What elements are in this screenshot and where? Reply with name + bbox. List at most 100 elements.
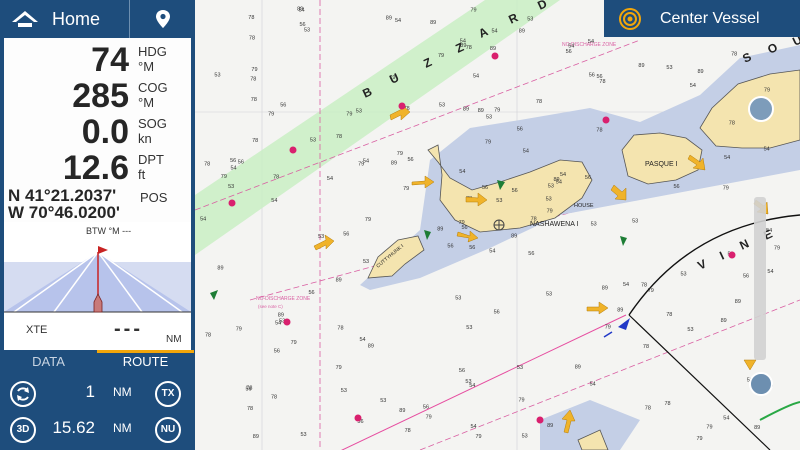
compass-button[interactable]: [748, 96, 774, 122]
depth-sounding: 54: [363, 158, 369, 164]
depth-sounding: 78: [645, 405, 651, 411]
depth-sounding: 79: [605, 325, 611, 331]
depth-sounding: 89: [430, 20, 436, 26]
depth-sounding: 53: [466, 325, 472, 331]
sog-unit: kn: [138, 131, 152, 146]
depth-sounding: 56: [528, 251, 534, 257]
depth-sounding: 53: [304, 28, 310, 34]
depth-sounding: 79: [403, 186, 409, 192]
depth-sounding: 78: [251, 97, 257, 103]
depth-sounding: 54: [764, 146, 770, 152]
depth-sounding: 78: [247, 406, 253, 412]
nu-button[interactable]: NU: [155, 417, 181, 443]
depth-sounding: 89: [721, 318, 727, 324]
sog-row: 0.0 SOG kn: [4, 112, 191, 152]
buoy-marker: [602, 116, 610, 124]
pos-longitude: W 70°46.0200': [8, 203, 120, 222]
depth-sounding: 53: [455, 296, 461, 302]
instrument-panel: Home 74 HDG °M 285 COG °M 0.0 SOG kn 12.…: [0, 0, 195, 450]
sog-label: SOG: [138, 116, 167, 131]
xte-unit: NM: [166, 334, 182, 345]
depth-sounding: 54: [459, 169, 465, 175]
sync-button[interactable]: [10, 381, 36, 407]
depth-sounding: 53: [301, 432, 307, 438]
route-row-distance: 3D 15.62 NM NU: [0, 413, 195, 447]
depth-sounding: 53: [228, 184, 234, 190]
zoom-slider-track[interactable]: [754, 197, 766, 360]
hdg-value: 74: [91, 41, 129, 79]
depth-sounding: 53: [527, 16, 533, 22]
depth-sounding: 89: [602, 286, 608, 292]
depth-sounding: 79: [397, 151, 403, 157]
depth-sounding: 53: [666, 65, 672, 71]
depth-sounding: 79: [459, 220, 465, 226]
depth-sounding: 54: [523, 149, 529, 155]
depth-sounding: 54: [690, 83, 696, 89]
dpt-label: DPT: [138, 152, 164, 167]
depth-sounding: 89: [278, 312, 284, 318]
depth-sounding: 89: [368, 344, 374, 350]
depth-sounding: 78: [536, 99, 542, 105]
tx-button[interactable]: TX: [155, 381, 181, 407]
depth-sounding: 78: [405, 428, 411, 434]
cog-unit: °M: [138, 95, 155, 110]
depth-sounding: 89: [617, 307, 623, 313]
buoy-marker: [398, 102, 406, 110]
buoy-marker: [283, 318, 291, 326]
center-vessel-button[interactable]: Center Vessel: [604, 0, 800, 37]
depth-sounding: 79: [236, 326, 242, 332]
depth-sounding: 54: [471, 424, 477, 430]
depth-sounding: 78: [731, 51, 737, 57]
pasque-label: PASQUE I: [645, 161, 678, 168]
buoy-marker: [491, 52, 499, 60]
depth-sounding: 89: [386, 15, 392, 21]
depth-sounding: 56: [343, 232, 349, 238]
route-panel: DATA ROUTE 1 NM TX 3D 15.62 NM NU: [0, 350, 195, 450]
depth-sounding: 53: [380, 398, 386, 404]
depth-sounding: 89: [519, 29, 525, 35]
depth-sounding: 53: [465, 379, 471, 385]
depth-sounding: 54: [231, 165, 237, 171]
hdg-row: 74 HDG °M: [4, 40, 191, 80]
depth-sounding: 78: [599, 79, 605, 85]
depth-sounding: 78: [665, 401, 671, 407]
panel-tabs: DATA ROUTE: [0, 350, 195, 372]
depth-sounding: 79: [346, 111, 352, 117]
depth-sounding: 78: [666, 312, 672, 318]
depth-sounding: 56: [423, 405, 429, 411]
depth-sounding: 89: [735, 299, 741, 305]
depth-sounding: 89: [391, 160, 397, 166]
location-pin-button[interactable]: [130, 0, 195, 38]
depth-sounding: 54: [271, 198, 277, 204]
3d-button[interactable]: 3D: [10, 417, 36, 443]
depth-sounding: 56: [274, 349, 280, 355]
highway-view: BTW °M --- XTE --- NM: [0, 222, 195, 350]
tab-data[interactable]: DATA: [0, 350, 97, 372]
buoy-marker: [354, 414, 362, 422]
btw-value: ---: [122, 226, 132, 236]
distance-value: 15.62: [52, 418, 95, 437]
tab-route[interactable]: ROUTE: [97, 350, 194, 372]
depth-sounding: 79: [336, 365, 342, 371]
depth-sounding: 53: [439, 102, 445, 108]
depth-sounding: 79: [519, 397, 525, 403]
depth-sounding: 79: [764, 88, 770, 94]
distance-unit: NM: [113, 421, 132, 435]
depth-sounding: 79: [389, 75, 395, 81]
route-row-range: 1 NM TX: [0, 377, 195, 411]
depth-sounding: 53: [517, 365, 523, 371]
dpt-value: 12.6: [62, 149, 129, 187]
home-button[interactable]: Home: [0, 0, 130, 38]
depth-sounding: 78: [204, 161, 210, 167]
zoom-slider-handle[interactable]: [749, 372, 773, 396]
location-pin-icon: [155, 10, 170, 28]
depth-sounding: 89: [698, 69, 704, 75]
depth-sounding: 78: [641, 283, 647, 289]
depth-sounding: 56: [589, 73, 595, 79]
depth-sounding: 79: [723, 186, 729, 192]
depth-sounding: 53: [486, 114, 492, 120]
depth-sounding: 53: [214, 73, 220, 79]
nashawena-label: NASHAWENA I: [530, 221, 578, 228]
depth-sounding: 56: [309, 290, 315, 296]
depth-sounding: 89: [638, 63, 644, 69]
